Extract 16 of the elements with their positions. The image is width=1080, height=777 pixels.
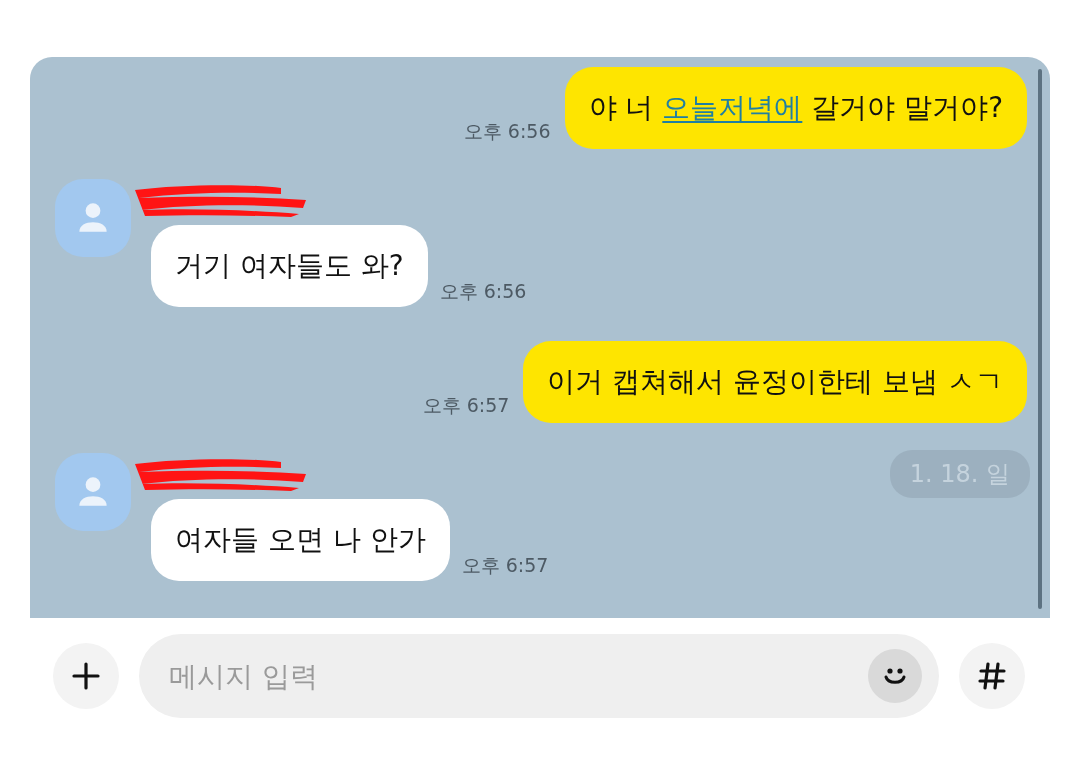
message-text: 이거 캡쳐해서 윤정이한테 보냄 ㅅㄱ bbox=[547, 365, 1003, 398]
message-text: 여자들 오면 나 안가 bbox=[175, 523, 426, 556]
message-input[interactable]: 메시지 입력 bbox=[167, 658, 868, 694]
message-time: 오후 6:56 bbox=[439, 279, 527, 304]
message-link[interactable]: 오늘저녁에 bbox=[662, 91, 803, 124]
message-text: 야 너 bbox=[588, 91, 655, 124]
message-time: 오후 6:57 bbox=[461, 553, 549, 578]
message-time: 오후 6:57 bbox=[422, 393, 510, 418]
message-text: 갈거야 말거야? bbox=[810, 91, 1003, 124]
message-text: 거기 여자들도 와? bbox=[175, 249, 404, 282]
hash-icon bbox=[977, 661, 1007, 691]
scrollbar[interactable] bbox=[1038, 69, 1042, 609]
plus-icon bbox=[71, 661, 101, 691]
message-field[interactable]: 메시지 입력 bbox=[139, 634, 939, 718]
message-time: 오후 6:56 bbox=[463, 119, 551, 144]
emoji-button[interactable] bbox=[868, 649, 922, 703]
